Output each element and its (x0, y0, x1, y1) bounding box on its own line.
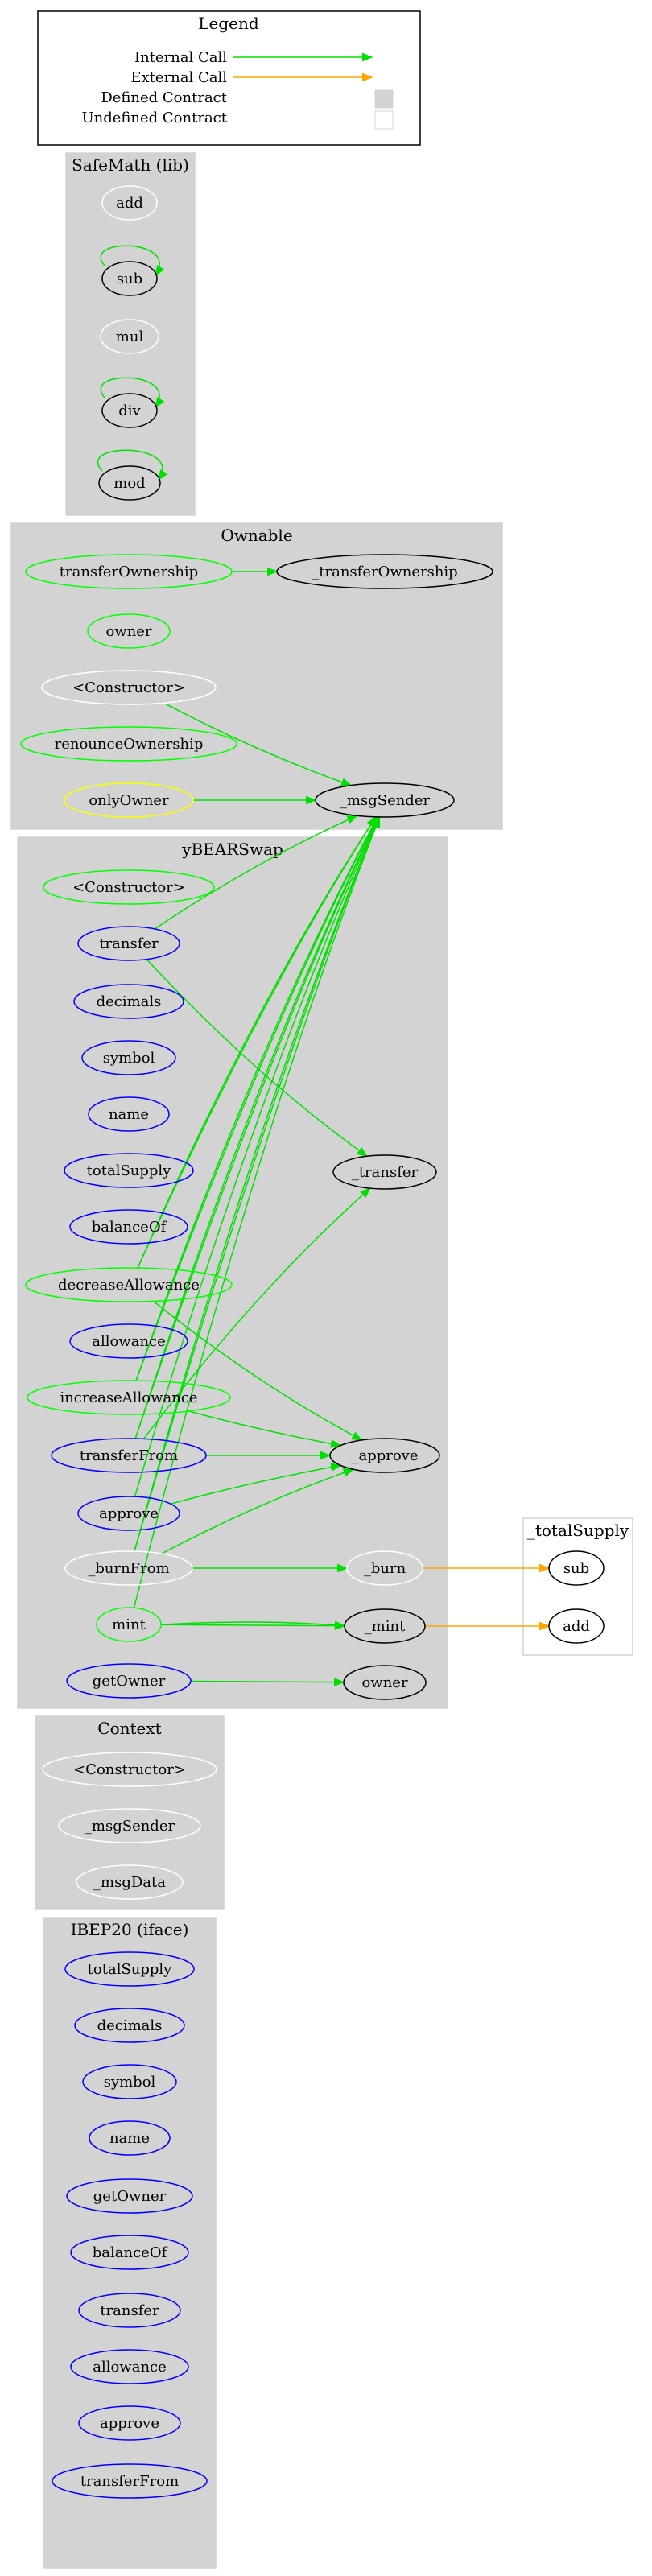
node-label: _mint (365, 1618, 406, 1635)
legend-label-undefined: Undefined Contract (81, 109, 227, 126)
cluster-title: SafeMath (lib) (72, 155, 189, 175)
node-label: decimals (97, 2017, 163, 2034)
node-label: transferFrom (80, 2473, 179, 2490)
cluster-ybearswap: yBEARSwap (17, 836, 448, 1709)
legend-label-defined: Defined Contract (101, 89, 227, 106)
node-label: decreaseAllowance (58, 1277, 200, 1294)
node-label: transferOwnership (60, 564, 198, 580)
node-label: onlyOwner (89, 792, 169, 809)
node-label: transfer (100, 2302, 159, 2319)
node-label: sub (563, 1560, 589, 1577)
legend-label-external: External Call (130, 69, 227, 86)
node-label: _msgSender (340, 792, 431, 809)
node-label: mod (113, 475, 145, 492)
cluster-title: _totalSupply (527, 1521, 629, 1540)
legend-defined-swatch (374, 89, 394, 109)
node-label: _msgSender (85, 1818, 175, 1835)
node-label: totalSupply (87, 1162, 172, 1179)
node-label: div (118, 402, 141, 419)
cluster-title: Ownable (221, 526, 292, 545)
node-label: <Constructor> (72, 879, 185, 896)
node-label: totalSupply (88, 1961, 173, 1978)
node-label: approve (99, 1505, 159, 1522)
node-label: decimals (97, 993, 162, 1010)
node-label: symbol (104, 2074, 156, 2091)
cluster-title: IBEP20 (iface) (71, 1920, 189, 1939)
node-label: add (116, 195, 143, 212)
node-label: <Constructor> (72, 679, 185, 696)
node-label: name (109, 1106, 149, 1123)
node-label: approve (100, 2415, 159, 2432)
node-label: mul (116, 328, 144, 345)
legend-title: Legend (198, 14, 259, 33)
node-label: owner (105, 623, 151, 640)
node-label: _msgData (93, 1874, 166, 1891)
legend-undefined-swatch (374, 110, 394, 130)
node-label: _burnFrom (88, 1560, 169, 1577)
node-label: getOwner (93, 1673, 166, 1690)
node-label: _burn (364, 1560, 406, 1577)
node-label: sub (117, 270, 142, 287)
node-label: balanceOf (92, 1219, 167, 1236)
legend: Legend Internal Call External Call Defin… (37, 10, 421, 146)
node-label: add (563, 1618, 590, 1635)
node-label: balanceOf (93, 2244, 168, 2261)
node-label: renounceOwnership (55, 736, 204, 753)
node-label: mint (112, 1616, 146, 1633)
node-label: getOwner (93, 2188, 167, 2205)
node-label: name (109, 2130, 150, 2147)
node-label: increaseAllowance (60, 1389, 197, 1406)
node-label: owner (361, 1674, 407, 1691)
node-label: <Constructor> (73, 1761, 186, 1778)
cluster-title: yBEARSwap (181, 840, 283, 859)
legend-label-internal: Internal Call (134, 49, 227, 66)
node-label: allowance (93, 2359, 167, 2376)
node-label: _transferOwnership (312, 564, 457, 580)
node-label: transfer (99, 935, 159, 952)
node-label: allowance (92, 1333, 166, 1350)
node-label: symbol (103, 1050, 155, 1067)
node-label: _transfer (352, 1164, 419, 1181)
node-label: _approve (351, 1447, 418, 1464)
call-graph: Legend Internal Call External Call Defin… (10, 10, 633, 2569)
cluster-title: Context (97, 1719, 161, 1738)
node-label: transferFrom (80, 1447, 178, 1464)
